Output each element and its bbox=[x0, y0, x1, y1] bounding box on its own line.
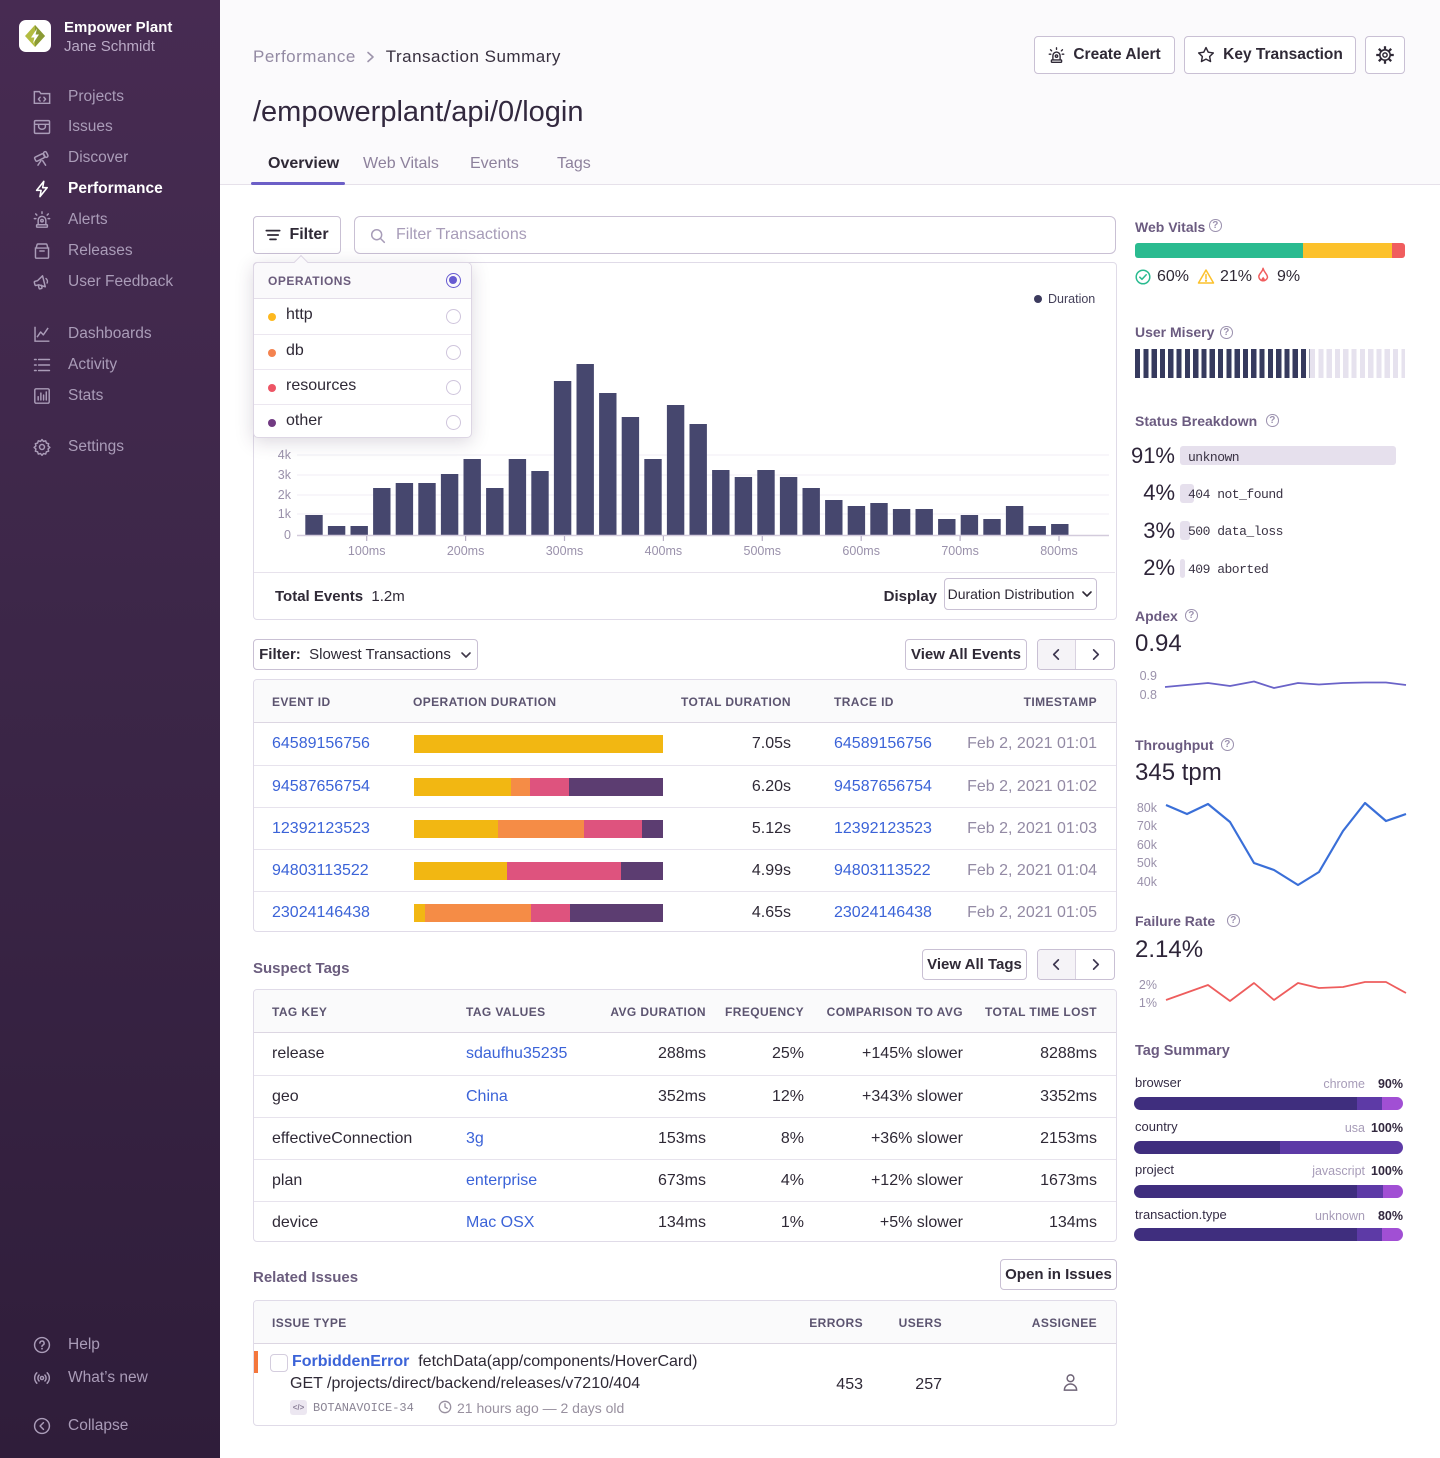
svg-text:Duration: Duration bbox=[1048, 292, 1095, 306]
svg-text:300ms: 300ms bbox=[546, 544, 584, 558]
svg-text:500ms: 500ms bbox=[744, 544, 782, 558]
svg-text:800ms: 800ms bbox=[1040, 544, 1078, 558]
svg-text:4k: 4k bbox=[278, 448, 292, 462]
svg-text:1k: 1k bbox=[278, 507, 292, 521]
svg-text:400ms: 400ms bbox=[645, 544, 683, 558]
svg-text:0: 0 bbox=[284, 528, 291, 542]
svg-text:2k: 2k bbox=[278, 488, 292, 502]
svg-text:100ms: 100ms bbox=[348, 544, 386, 558]
svg-text:700ms: 700ms bbox=[941, 544, 979, 558]
svg-text:3k: 3k bbox=[278, 468, 292, 482]
svg-text:600ms: 600ms bbox=[842, 544, 880, 558]
svg-text:200ms: 200ms bbox=[447, 544, 485, 558]
